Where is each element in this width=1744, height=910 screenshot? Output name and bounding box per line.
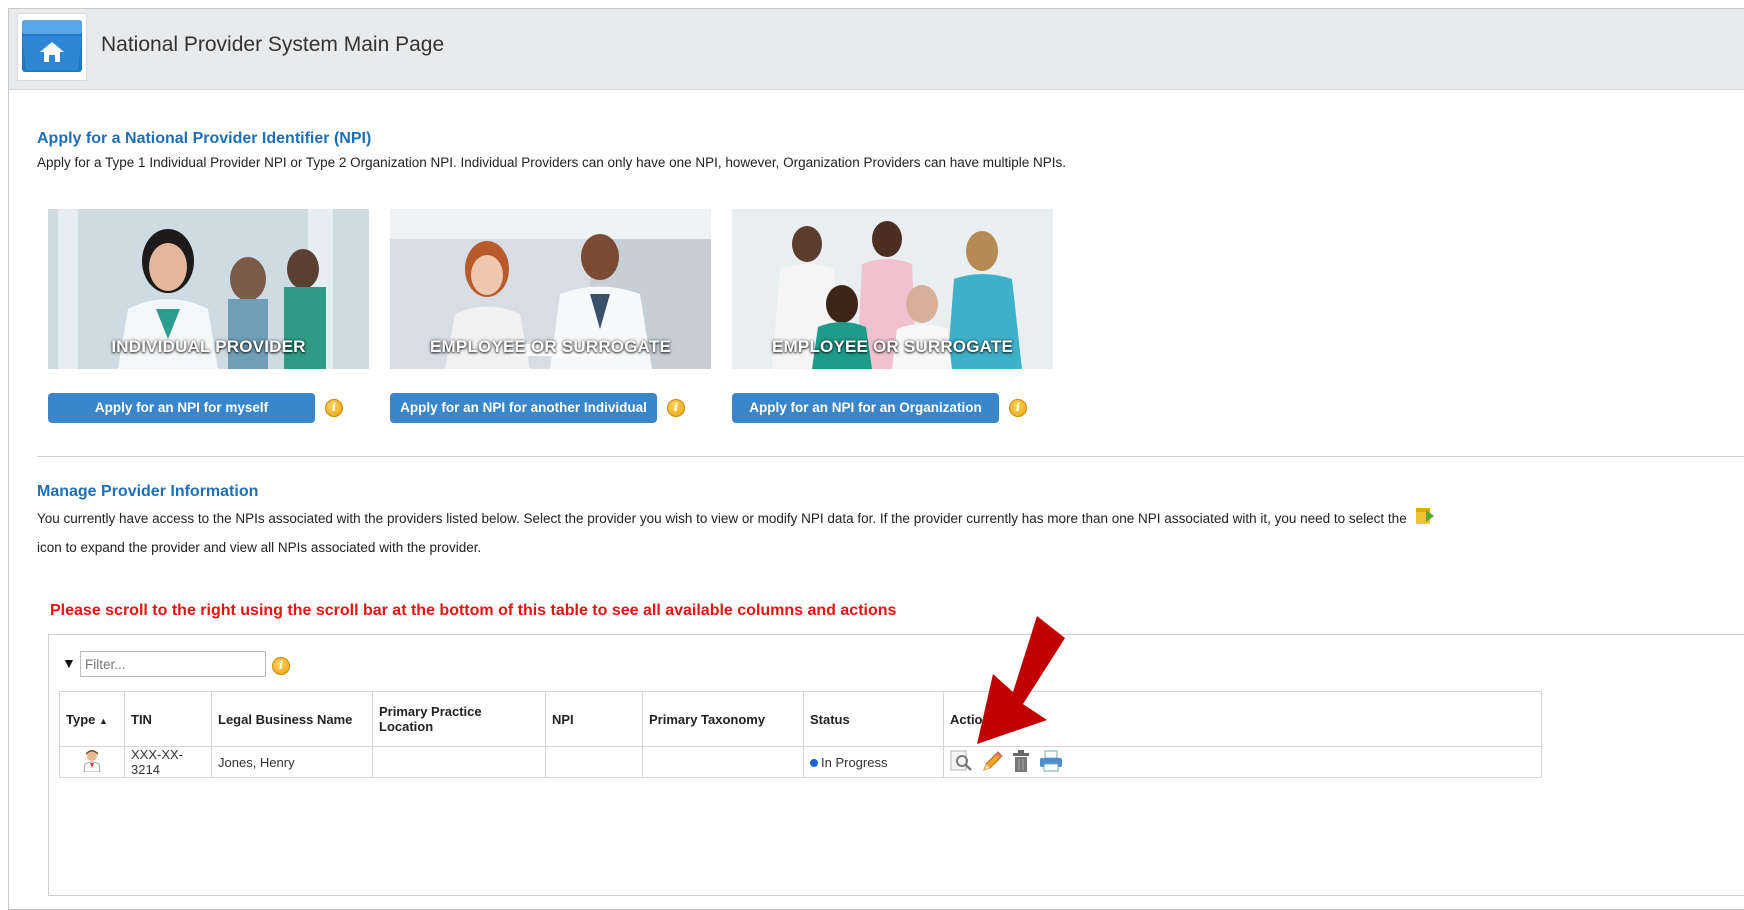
sort-ascending-icon: ▲ — [99, 715, 108, 726]
manage-line-1: You currently have access to the NPIs as… — [37, 511, 1407, 527]
manage-heading: Manage Provider Information — [37, 483, 259, 500]
primary-practice-location-cell — [372, 746, 546, 778]
provider-type-cell — [59, 746, 125, 778]
view-magnifier-icon[interactable] — [950, 750, 974, 775]
filter-input[interactable] — [80, 651, 266, 677]
apply-npi-organization-button[interactable]: Apply for an NPI for an Organization — [732, 393, 999, 423]
delete-trash-icon[interactable] — [1011, 749, 1031, 775]
employee-surrogate-individual-tile[interactable]: EMPLOYEE OR SURROGATE — [390, 209, 711, 369]
section-divider — [37, 456, 1744, 457]
red-arrow-pointer — [975, 616, 1075, 751]
npi-cell — [545, 746, 643, 778]
tile-caption: EMPLOYEE OR SURROGATE — [772, 337, 1013, 356]
column-header-primary-practice-location[interactable]: Primary Practice Location — [372, 691, 546, 747]
home-icon[interactable] — [17, 13, 87, 81]
tile-caption: EMPLOYEE OR SURROGATE — [430, 337, 671, 356]
print-icon[interactable] — [1038, 750, 1064, 775]
manage-description: You currently have access to the NPIs as… — [37, 504, 1737, 561]
individual-provider-icon — [82, 749, 102, 775]
tin-cell: XXX-XX-3214 — [124, 746, 212, 778]
info-icon[interactable]: i — [667, 399, 685, 417]
employee-surrogate-organization-tile[interactable]: EMPLOYEE OR SURROGATE — [732, 209, 1053, 369]
column-header-type[interactable]: Type ▲ — [59, 691, 125, 747]
info-icon[interactable]: i — [1009, 399, 1027, 417]
apply-heading: Apply for a National Provider Identifier… — [37, 130, 372, 147]
column-header-status[interactable]: Status — [803, 691, 944, 747]
table-row[interactable]: XXX-XX-3214 Jones, Henry In Progress — [59, 746, 1542, 778]
filter-icon: ▼ — [62, 655, 76, 671]
edit-pencil-icon[interactable] — [981, 750, 1005, 775]
column-header-tin[interactable]: TIN — [124, 691, 212, 747]
page-title: National Provider System Main Page — [101, 33, 445, 56]
info-icon[interactable]: i — [325, 399, 343, 417]
table-header-row: Type ▲ TIN Legal Business Name Primary P… — [59, 691, 1542, 747]
primary-taxonomy-cell — [642, 746, 804, 778]
individual-provider-tile[interactable]: INDIVIDUAL PROVIDER — [48, 209, 369, 369]
info-icon[interactable]: i — [272, 657, 290, 675]
apply-npi-myself-button[interactable]: Apply for an NPI for myself — [48, 393, 315, 423]
status-cell: In Progress — [803, 746, 944, 778]
apply-description: Apply for a Type 1 Individual Provider N… — [37, 155, 1067, 170]
status-in-progress-icon — [810, 759, 818, 768]
expand-provider-icon — [1414, 504, 1436, 535]
page-header: National Provider System Main Page — [9, 9, 1744, 90]
column-header-label: Type — [66, 711, 96, 727]
provider-table: Type ▲ TIN Legal Business Name Primary P… — [59, 691, 1542, 778]
manage-line-2: icon to expand the provider and view all… — [37, 540, 482, 555]
status-label: In Progress — [821, 754, 888, 770]
scroll-instruction: Please scroll to the right using the scr… — [50, 602, 897, 619]
legal-business-name-cell: Jones, Henry — [211, 746, 373, 778]
tile-caption: INDIVIDUAL PROVIDER — [111, 337, 306, 356]
column-header-primary-taxonomy[interactable]: Primary Taxonomy — [642, 691, 804, 747]
column-header-npi[interactable]: NPI — [545, 691, 643, 747]
column-header-legal-business-name[interactable]: Legal Business Name — [211, 691, 373, 747]
apply-npi-another-individual-button[interactable]: Apply for an NPI for another Individual — [390, 393, 657, 423]
action-cell — [943, 746, 1542, 778]
